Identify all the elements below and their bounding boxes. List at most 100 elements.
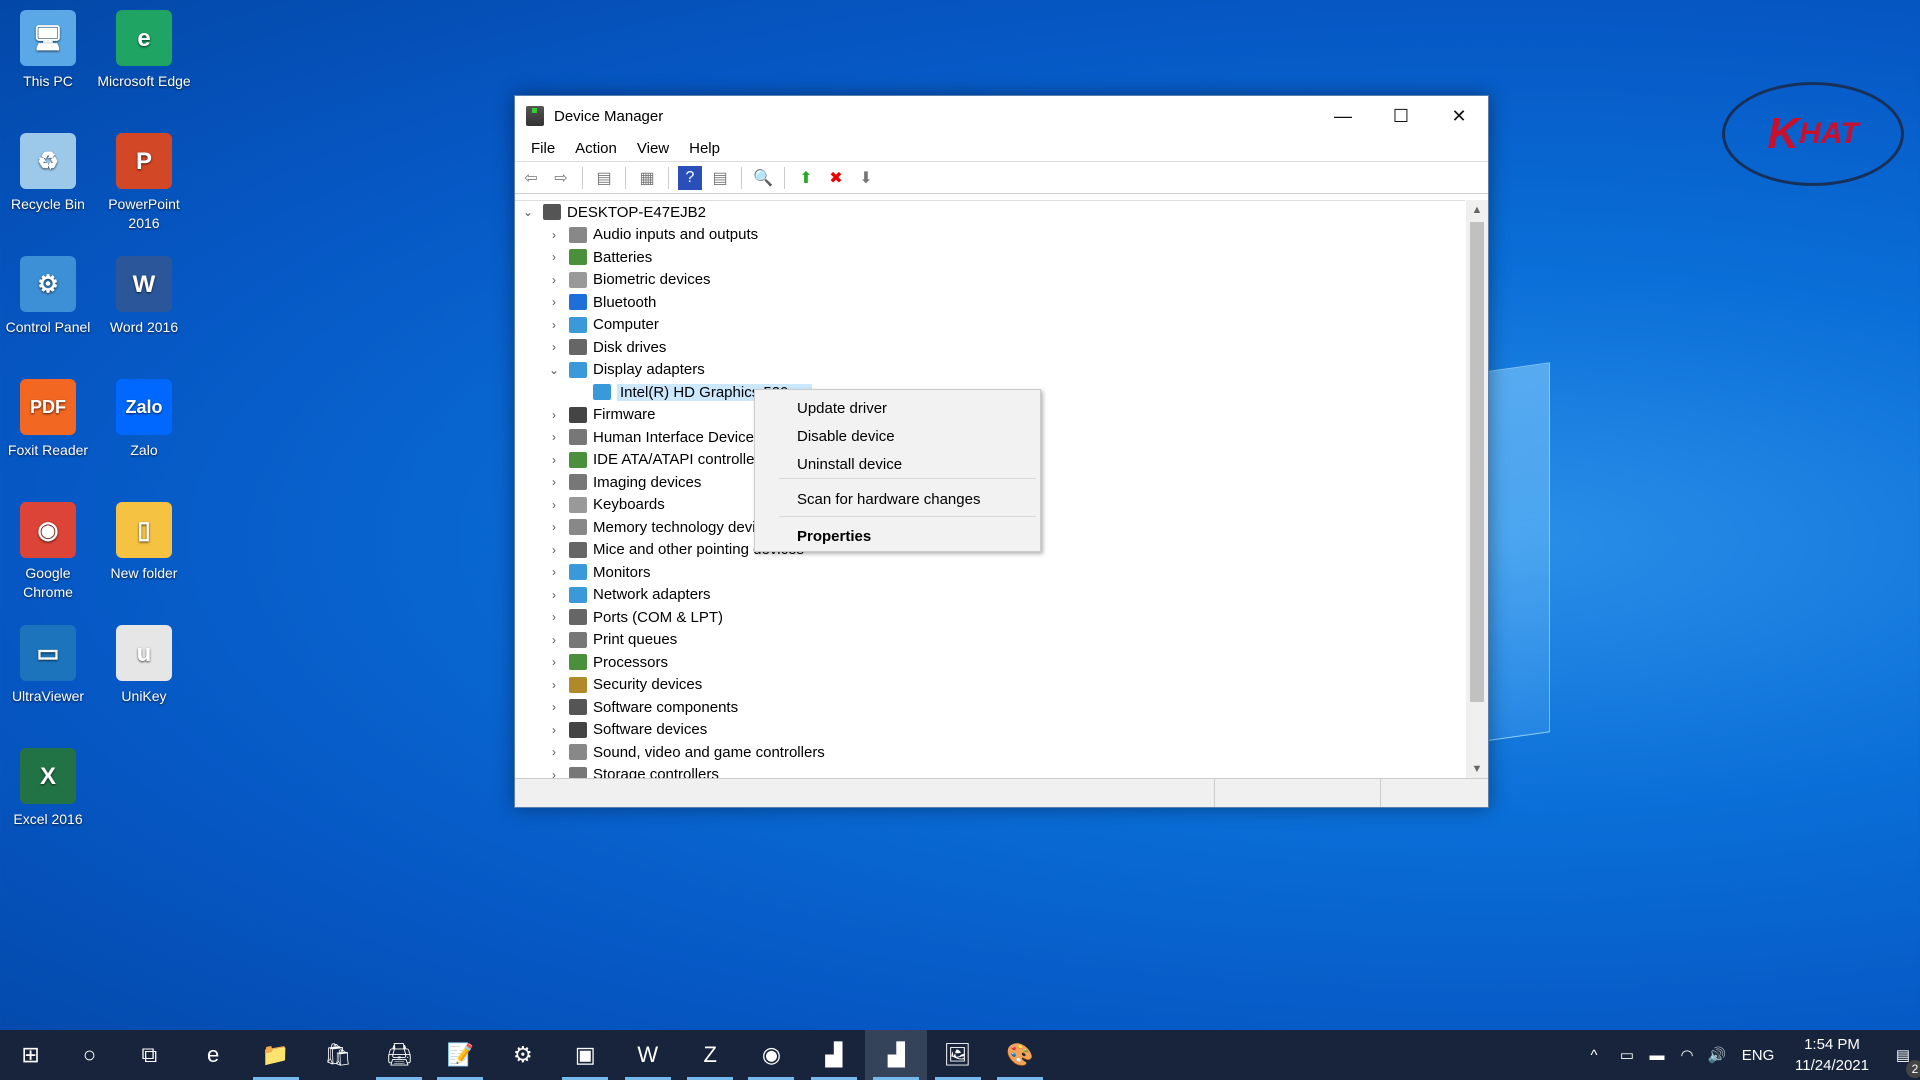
expand-chevron-icon[interactable]: › — [547, 318, 561, 332]
context-menu-uninstall-device[interactable]: Uninstall device — [797, 452, 902, 476]
desktop-icon-zalo[interactable]: Zalo Zalo — [96, 379, 192, 460]
tree-item-category[interactable]: › Software components — [547, 696, 738, 718]
scroll-down-icon[interactable]: ▼ — [1466, 763, 1488, 775]
expand-chevron-icon[interactable]: › — [547, 678, 561, 692]
maximize-button[interactable]: ☐ — [1372, 96, 1430, 136]
desktop-icon-microsoft-edge[interactable]: e Microsoft Edge — [96, 10, 192, 91]
tree-item-category[interactable]: › Software devices — [547, 719, 707, 741]
device-manager-icon[interactable]: ▟ — [865, 1030, 928, 1080]
tree-root-computer[interactable]: ⌄ DESKTOP-E47EJB2 — [521, 201, 706, 223]
clock[interactable]: 1:54 PM 11/24/2021 — [1784, 1034, 1880, 1076]
scan-hardware-icon[interactable]: 🔍 — [751, 166, 775, 190]
expand-chevron-icon[interactable]: › — [547, 700, 561, 714]
tree-item-category[interactable]: › Bluetooth — [547, 291, 656, 313]
desktop-icon-foxit-reader[interactable]: PDF Foxit Reader — [0, 379, 96, 460]
expand-chevron-icon[interactable]: › — [547, 295, 561, 309]
usb-device-icon[interactable]: ▟ — [803, 1030, 865, 1080]
title-bar[interactable]: Device Manager — ☐ ✕ — [515, 96, 1488, 136]
tree-item-category[interactable]: › Firmware — [547, 404, 656, 426]
tree-item-category[interactable]: › Monitors — [547, 561, 651, 583]
edge-icon[interactable]: e — [182, 1030, 244, 1080]
update-driver-icon[interactable]: ⬆ — [794, 166, 818, 190]
expand-chevron-icon[interactable]: › — [547, 520, 561, 534]
expand-chevron-icon[interactable]: › — [547, 475, 561, 489]
search-icon[interactable]: ○ — [58, 1030, 120, 1080]
action-pane-icon[interactable]: ▤ — [708, 166, 732, 190]
expand-chevron-icon[interactable]: › — [547, 228, 561, 242]
tree-item-category[interactable]: › Batteries — [547, 246, 652, 268]
expand-chevron-icon[interactable]: › — [547, 340, 561, 354]
battery-icon[interactable]: ▬ — [1642, 1047, 1672, 1064]
chrome-icon[interactable]: ◉ — [740, 1030, 802, 1080]
minimize-button[interactable]: — — [1314, 96, 1372, 136]
expand-chevron-icon[interactable]: › — [547, 565, 561, 579]
show-hidden-icons-button[interactable]: ^ — [1576, 1047, 1612, 1064]
disable-icon[interactable]: ⬇ — [854, 166, 878, 190]
desktop-icon-ultraviewer[interactable]: ▭ UltraViewer — [0, 625, 96, 706]
expand-chevron-icon[interactable]: › — [547, 655, 561, 669]
context-menu-disable-device[interactable]: Disable device — [797, 424, 895, 448]
expand-chevron-icon[interactable]: › — [547, 723, 561, 737]
wifi-icon[interactable]: ◠ — [1672, 1046, 1702, 1064]
start-icon[interactable]: ⊞ — [0, 1030, 62, 1080]
paint-icon[interactable]: 🎨 — [989, 1030, 1051, 1080]
expand-chevron-icon[interactable]: › — [547, 453, 561, 467]
tree-item-category[interactable]: › Security devices — [547, 674, 702, 696]
expand-chevron-icon[interactable]: › — [547, 273, 561, 287]
close-button[interactable]: ✕ — [1430, 96, 1488, 136]
desktop-icon-powerpoint-2016[interactable]: P PowerPoint 2016 — [96, 133, 192, 233]
desktop-icon-excel-2016[interactable]: X Excel 2016 — [0, 748, 96, 829]
tree-item-category[interactable]: › IDE ATA/ATAPI controllers — [547, 449, 767, 471]
control-panel-icon[interactable]: ▣ — [554, 1030, 616, 1080]
expand-chevron-icon[interactable]: › — [547, 588, 561, 602]
tree-item-category[interactable]: › Human Interface Devices — [547, 426, 761, 448]
action-center-button[interactable]: ▤ 2 — [1880, 1046, 1920, 1078]
tree-item-category[interactable]: › Print queues — [547, 629, 677, 651]
scroll-up-icon[interactable]: ▲ — [1466, 204, 1488, 216]
tree-item-category[interactable]: › Memory technology devices — [547, 516, 779, 538]
menu-action[interactable]: Action — [565, 140, 627, 157]
desktop-icon-unikey[interactable]: u UniKey — [96, 625, 192, 706]
zalo-icon[interactable]: Z — [679, 1030, 741, 1080]
expand-chevron-icon[interactable]: › — [547, 250, 561, 264]
tree-item-category[interactable]: › Biometric devices — [547, 269, 711, 291]
vertical-scrollbar[interactable]: ▲ ▼ — [1466, 200, 1488, 779]
context-menu-scan-for-hardware-changes[interactable]: Scan for hardware changes — [797, 487, 980, 511]
expand-chevron-icon[interactable]: › — [547, 408, 561, 422]
meet-now-icon[interactable]: ▭ — [1612, 1046, 1642, 1064]
menu-help[interactable]: Help — [679, 140, 730, 157]
context-menu-properties[interactable]: Properties — [797, 524, 871, 548]
volume-icon[interactable]: 🔊 — [1702, 1046, 1732, 1064]
desktop-icon-this-pc[interactable]: 🖥 This PC — [0, 10, 96, 91]
desktop-icon-recycle-bin[interactable]: ♻ Recycle Bin — [0, 133, 96, 214]
properties-icon[interactable]: ▦ — [635, 166, 659, 190]
help-icon[interactable]: ? — [678, 165, 702, 190]
desktop-icon-control-panel[interactable]: ⚙ Control Panel — [0, 256, 96, 337]
menu-view[interactable]: View — [627, 140, 679, 157]
tree-item-category[interactable]: › Keyboards — [547, 494, 665, 516]
tree-item-category[interactable]: › Disk drives — [547, 336, 666, 358]
notepad-icon[interactable]: 📝 — [429, 1030, 491, 1080]
uninstall-icon[interactable]: ✖ — [824, 166, 848, 190]
store-icon[interactable]: 🛍 — [307, 1030, 369, 1080]
scanner-icon[interactable]: 🖨 — [368, 1030, 430, 1080]
settings-icon[interactable]: ⚙ — [492, 1030, 554, 1080]
photos-icon[interactable]: 🖼 — [927, 1030, 989, 1080]
desktop-icon-google-chrome[interactable]: ◉ Google Chrome — [0, 502, 96, 602]
forward-icon[interactable]: ⇨ — [549, 166, 573, 190]
tree-item-category[interactable]: › Network adapters — [547, 584, 711, 606]
tree-item-category[interactable]: › Ports (COM & LPT) — [547, 606, 723, 628]
expand-chevron-icon[interactable]: › — [547, 633, 561, 647]
word-icon[interactable]: W — [617, 1030, 679, 1080]
expand-chevron-icon[interactable]: › — [547, 745, 561, 759]
expand-chevron-icon[interactable]: › — [547, 610, 561, 624]
show-hide-console-tree-icon[interactable]: ▤ — [592, 166, 616, 190]
desktop-icon-word-2016[interactable]: W Word 2016 — [96, 256, 192, 337]
tree-item-category[interactable]: › Audio inputs and outputs — [547, 224, 758, 246]
language-indicator[interactable]: ENG — [1732, 1047, 1784, 1064]
tree-item-category[interactable]: › Storage controllers — [547, 764, 719, 779]
expand-chevron-icon[interactable]: › — [547, 498, 561, 512]
tree-item-category[interactable]: › Computer — [547, 314, 659, 336]
tree-item-category[interactable]: › Sound, video and game controllers — [547, 741, 825, 763]
collapse-chevron-icon[interactable]: ⌄ — [521, 205, 535, 219]
